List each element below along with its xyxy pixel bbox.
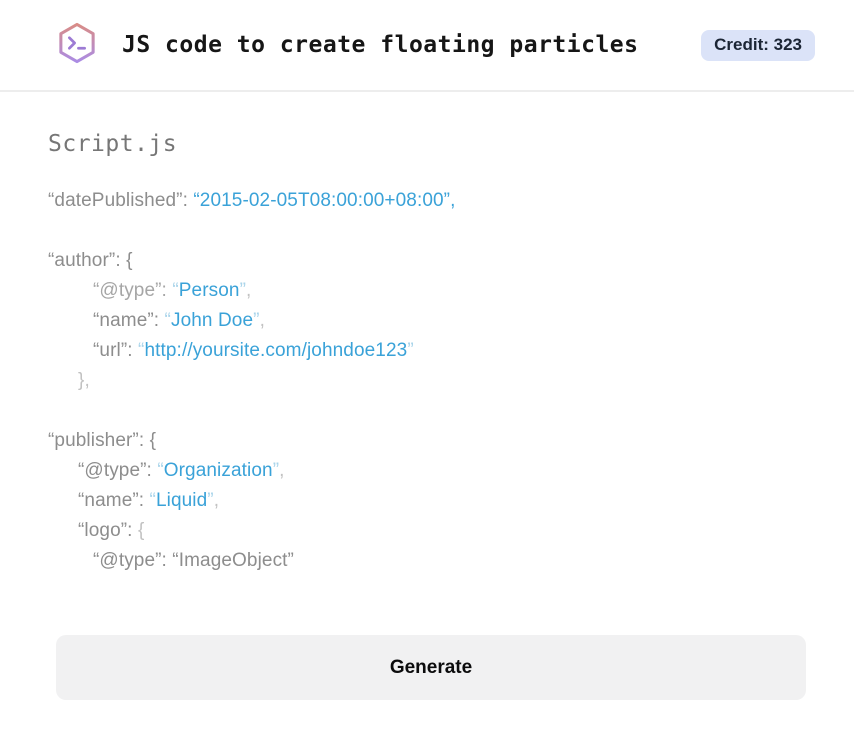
- script-filename: Script.js: [48, 131, 178, 157]
- footer: Generate: [0, 635, 854, 700]
- page-title: JS code to create floating particles: [122, 32, 639, 58]
- main-content: Script.js “datePublished”: “2015-02-05T0…: [0, 130, 854, 576]
- credit-badge: Credit: 323: [701, 29, 815, 61]
- code-token: Liquid: [155, 490, 208, 511]
- code-token: ,: [279, 460, 285, 481]
- code-line: “datePublished”: “2015-02-05T08:00:00+08…: [48, 186, 806, 216]
- code-line: “logo”: {: [48, 516, 806, 546]
- code-token: “@type”:: [78, 460, 158, 481]
- code-token: Person: [178, 280, 240, 301]
- code-line: “author”: {: [48, 246, 806, 276]
- code-line: “url”: “http://yoursite.com/johndoe123”: [48, 336, 806, 366]
- code-line: },: [48, 366, 806, 396]
- app-logo: [56, 22, 98, 68]
- code-token: http://yoursite.com/johndoe123: [144, 340, 408, 361]
- code-token: “url”:: [93, 340, 139, 361]
- code-token: John Doe: [170, 310, 254, 331]
- code-token: “name”:: [78, 490, 150, 511]
- code-token: ”: [407, 340, 414, 361]
- code-block: “datePublished”: “2015-02-05T08:00:00+08…: [48, 186, 806, 576]
- code-token: “author”: {: [48, 250, 133, 271]
- code-line: “name”: “Liquid”,: [48, 486, 806, 516]
- code-token: ,: [259, 310, 265, 331]
- code-token: “datePublished”:: [48, 190, 194, 211]
- code-line: “@type”: “Organization”,: [48, 456, 806, 486]
- code-token: {: [137, 520, 145, 541]
- code-line: “name”: “John Doe”,: [48, 306, 806, 336]
- code-token: “name”:: [93, 310, 165, 331]
- code-token: “@type”:: [93, 280, 173, 301]
- code-token: “@type”: “ImageObject”: [93, 550, 294, 571]
- code-token: “2015-02-05T08:00:00+08:00”,: [193, 190, 456, 211]
- code-token: ,: [246, 280, 252, 301]
- code-token: “publisher”: {: [48, 430, 157, 451]
- code-token: Organization: [163, 460, 273, 481]
- generate-button[interactable]: Generate: [56, 635, 806, 700]
- code-token: ,: [213, 490, 220, 511]
- terminal-prompt-hexagon-icon: [56, 20, 98, 71]
- code-line: “publisher”: {: [48, 426, 806, 456]
- code-token: },: [78, 370, 90, 391]
- header: JS code to create floating particles Cre…: [0, 0, 854, 92]
- code-token: “logo”:: [78, 520, 138, 541]
- code-line: “@type”: “ImageObject”: [48, 546, 806, 576]
- code-line: “@type”: “Person”,: [48, 276, 806, 306]
